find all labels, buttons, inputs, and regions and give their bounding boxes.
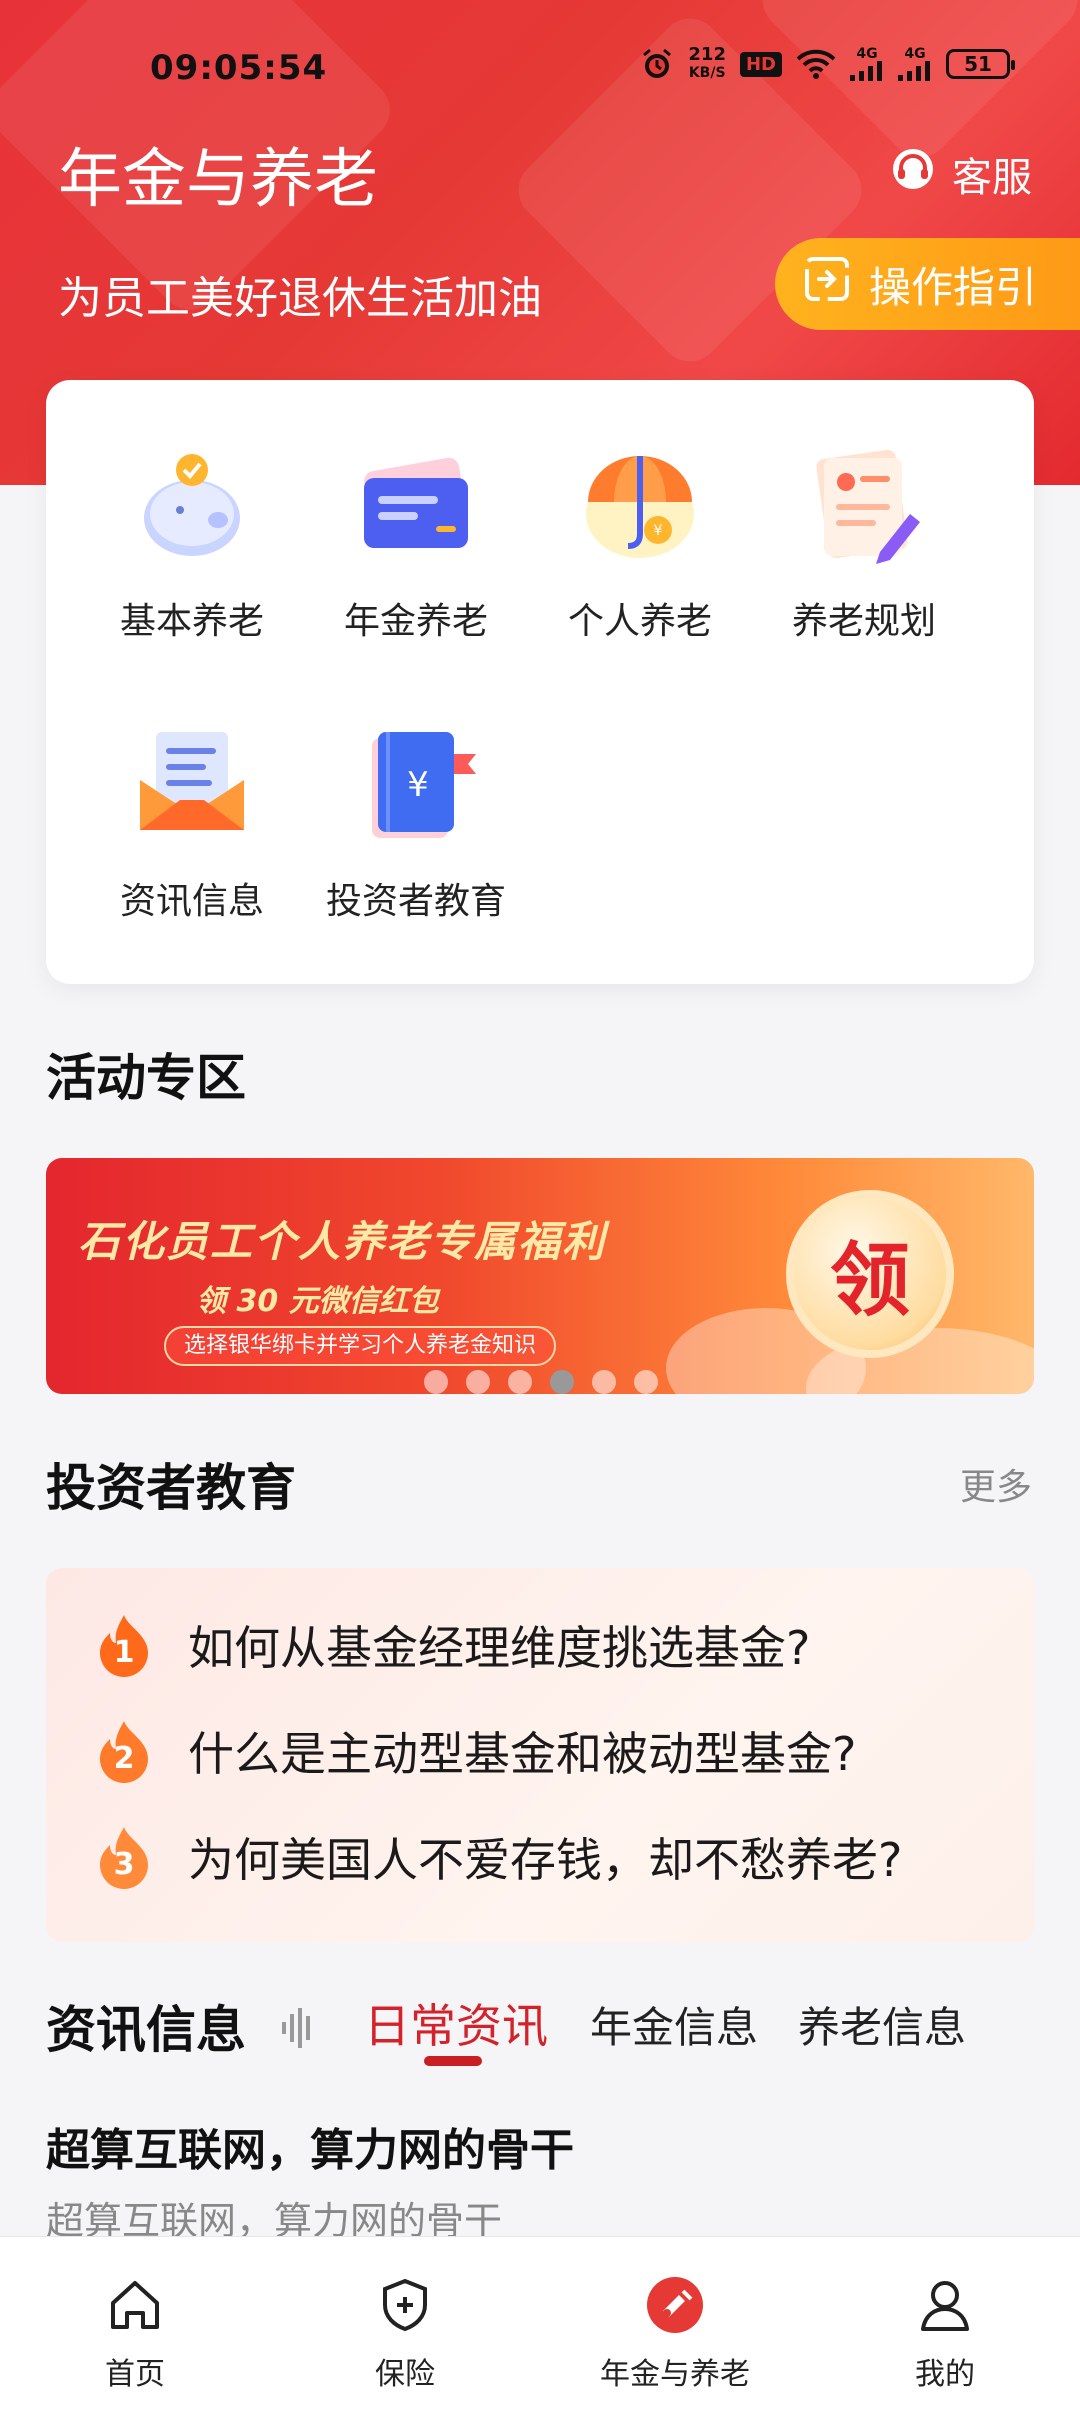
service-label: 客服 (952, 155, 1032, 201)
status-bar: 09:05:54 212 KB/S HD 4G 4G 51 (0, 0, 1080, 140)
activity-banner[interactable]: 石化员工个人养老专属福利 领 30 元微信红包 选择银华绑卡并学习个人养老金知识… (46, 1158, 1034, 1394)
feature-basic-pension[interactable]: 基本养老 (80, 380, 304, 642)
feature-label: 个人养老 (567, 601, 712, 642)
education-item[interactable]: 1 如何从基金经理维度挑选基金? (96, 1612, 810, 1678)
rank-number: 2 (113, 1741, 135, 1776)
banner-subtitle: 领 30 元微信红包 (196, 1284, 439, 1319)
audio-wave-icon (282, 2008, 316, 2052)
nav-label: 首页 (105, 2357, 165, 2392)
nav-insurance[interactable]: 保险 (270, 2237, 540, 2412)
rank-number: 3 (113, 1847, 135, 1882)
nav-label: 我的 (915, 2357, 975, 2392)
mail-envelope-icon (112, 714, 272, 854)
net-speed-unit: KB/S (688, 65, 726, 81)
planning-doc-icon (784, 434, 944, 574)
flame-rank-icon: 2 (96, 1719, 152, 1783)
card-icon (336, 434, 496, 574)
feature-label: 年金养老 (343, 601, 488, 642)
signal-1-label: 4G (856, 46, 878, 62)
rank-number: 1 (113, 1635, 135, 1670)
umbrella-icon: ¥ (560, 434, 720, 574)
net-speed: 212 KB/S (688, 46, 726, 82)
nav-label: 保险 (375, 2357, 435, 2392)
activity-section-title: 活动专区 (46, 1049, 246, 1107)
operation-guide-button[interactable]: 操作指引 (775, 238, 1080, 330)
svg-text:¥: ¥ (407, 765, 429, 805)
shield-plus-icon (373, 2273, 437, 2337)
nav-mine[interactable]: 我的 (810, 2237, 1080, 2412)
guide-icon (803, 255, 851, 313)
net-speed-value: 212 (688, 44, 726, 65)
pension-icon (643, 2273, 707, 2337)
user-icon (913, 2273, 977, 2337)
feature-label: 资讯信息 (119, 881, 264, 922)
feature-news-info[interactable]: 资讯信息 (80, 660, 304, 922)
status-icons: 212 KB/S HD 4G 4G 51 (640, 46, 1015, 82)
feature-label: 养老规划 (791, 601, 936, 642)
nav-label: 年金与养老 (600, 2357, 750, 2392)
education-section-title: 投资者教育 (46, 1459, 296, 1517)
active-tab-underline (424, 2056, 482, 2066)
wifi-icon (796, 49, 836, 79)
education-question: 如何从基金经理维度挑选基金? (188, 1621, 811, 1675)
banner-tag: 选择银华绑卡并学习个人养老金知识 (164, 1326, 557, 1366)
bottom-navigation: 首页 保险 年金与养老 我的 (0, 2236, 1080, 2412)
signal-icon-1: 4G (850, 47, 884, 81)
battery-indicator: 51 (946, 49, 1015, 79)
nav-home[interactable]: 首页 (0, 2237, 270, 2412)
carousel-dot-active[interactable] (550, 1370, 574, 1394)
carousel-dots (424, 1370, 658, 1394)
header-subtitle: 为员工美好退休生活加油 (58, 273, 542, 324)
education-item[interactable]: 3 为何美国人不爱存钱，却不愁养老? (96, 1824, 902, 1890)
feature-investor-education[interactable]: ¥ 投资者教育 (304, 660, 528, 922)
signal-icon-2: 4G (898, 47, 932, 81)
education-item[interactable]: 2 什么是主动型基金和被动型基金? (96, 1718, 856, 1784)
alarm-icon (640, 47, 674, 81)
carousel-dot[interactable] (466, 1370, 490, 1394)
carousel-dot[interactable] (508, 1370, 532, 1394)
carousel-dot[interactable] (634, 1370, 658, 1394)
nav-pension[interactable]: 年金与养老 (540, 2237, 810, 2412)
guide-label: 操作指引 (869, 262, 1038, 312)
feature-label: 投资者教育 (325, 881, 506, 922)
feature-annuity-pension[interactable]: 年金养老 (304, 380, 528, 642)
page-title: 年金与养老 (58, 143, 378, 217)
news-section-title: 资讯信息 (46, 2001, 246, 2059)
news-tabs: 资讯信息 日常资讯 年金信息 养老信息 (46, 1990, 1046, 2080)
headset-icon (890, 146, 936, 202)
customer-service-button[interactable]: 客服 (890, 145, 1032, 203)
tab-annuity-info[interactable]: 年金信息 (590, 1994, 758, 2055)
status-time: 09:05:54 (150, 48, 328, 88)
book-yuan-icon: ¥ (336, 714, 496, 854)
news-item-title[interactable]: 超算互联网，算力网的骨干 (46, 2114, 574, 2178)
carousel-dot[interactable] (424, 1370, 448, 1394)
feature-grid-card: 基本养老 年金养老 ¥ 个人养老 养老规划 资讯信息 ¥ 投资者教育 (46, 380, 1034, 984)
tab-daily-news[interactable]: 日常资讯 (364, 1990, 548, 2056)
flame-rank-icon: 3 (96, 1825, 152, 1889)
education-more-link[interactable]: 更多 (960, 1458, 1032, 1510)
flame-rank-icon: 1 (96, 1613, 152, 1677)
banner-title: 石化员工个人养老专属福利 (78, 1217, 607, 1266)
feature-label: 基本养老 (119, 601, 264, 642)
carousel-dot[interactable] (592, 1370, 616, 1394)
banner-coin: 领 (786, 1190, 954, 1358)
education-card: 1 如何从基金经理维度挑选基金? 2 什么是主动型基金和被动型基金? 3 为何美… (46, 1568, 1034, 1942)
education-question: 什么是主动型基金和被动型基金? (188, 1727, 857, 1781)
svg-text:¥: ¥ (654, 523, 663, 539)
education-question: 为何美国人不爱存钱，却不愁养老? (188, 1833, 903, 1887)
feature-personal-pension[interactable]: ¥ 个人养老 (528, 380, 752, 642)
signal-2-label: 4G (904, 46, 926, 62)
hd-badge: HD (739, 51, 782, 77)
feature-pension-planning[interactable]: 养老规划 (752, 380, 976, 642)
tab-pension-info[interactable]: 养老信息 (798, 1994, 966, 2055)
piggy-bank-icon (112, 434, 272, 574)
home-icon (103, 2273, 167, 2337)
